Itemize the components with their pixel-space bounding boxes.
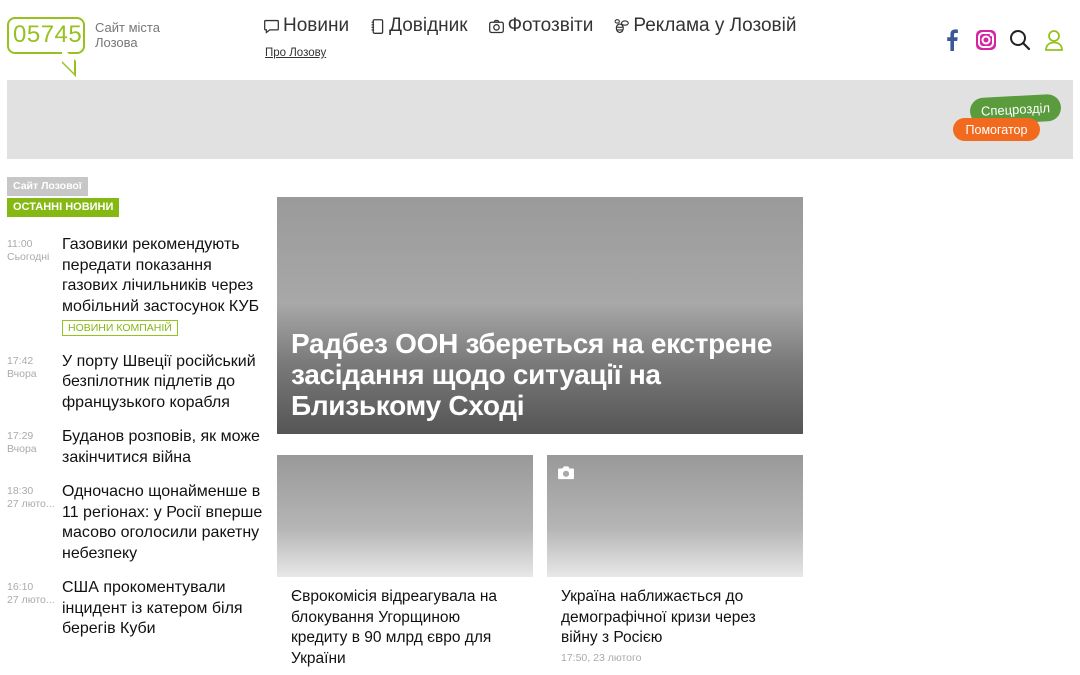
site-tag[interactable]: Сайт Лозової bbox=[7, 177, 88, 196]
article-date: 17:50, 23 лютого bbox=[561, 651, 642, 664]
news-time-day: 27 люто... bbox=[7, 594, 55, 606]
news-time-hour: 17:42 bbox=[7, 354, 34, 367]
bee-icon bbox=[614, 18, 630, 33]
list-item[interactable]: 11:00 Сьогодні Газовики рекомендують пер… bbox=[7, 235, 265, 338]
news-title-text[interactable]: Газовики рекомендують передати показання… bbox=[62, 235, 265, 317]
header-icons bbox=[941, 29, 1065, 51]
article-card[interactable]: Єврокомісія відреагувала на блокування У… bbox=[277, 455, 533, 669]
news-time: 18:30 27 люто... bbox=[7, 482, 62, 564]
article-image[interactable] bbox=[547, 455, 803, 577]
news-time-day: Сьогодні bbox=[7, 251, 50, 263]
news-time-hour: 11:00 bbox=[7, 238, 33, 250]
facebook-icon[interactable] bbox=[941, 29, 963, 51]
list-item[interactable]: 17:42 Вчора У порту Швеції російський бе… bbox=[7, 352, 265, 414]
article-card[interactable]: Україна наближається до демографічної кр… bbox=[547, 455, 803, 664]
nav-label-news: Новини bbox=[283, 15, 350, 36]
nav-item-photos[interactable]: Фотозвіти bbox=[488, 15, 594, 37]
nav-label-ads: Реклама у Лозовій bbox=[633, 15, 797, 36]
latest-news-tag[interactable]: Останні новини bbox=[7, 198, 120, 217]
company-news-badge[interactable]: Новини компаній bbox=[62, 320, 178, 336]
camera-icon bbox=[488, 19, 504, 33]
helper-button[interactable]: Помогатор bbox=[953, 118, 1040, 141]
news-title[interactable]: Газовики рекомендують передати показання… bbox=[62, 235, 265, 338]
nav-item-directory[interactable]: Довідник bbox=[369, 15, 468, 37]
news-time-day: Вчора bbox=[7, 443, 37, 455]
about-city-link[interactable]: Про Лозову bbox=[265, 47, 326, 59]
main-nav: Новини Довідник Фотозвіти Реклама у Лозо… bbox=[263, 15, 796, 37]
notebook-icon bbox=[371, 18, 384, 34]
user-icon[interactable] bbox=[1043, 29, 1065, 51]
nav-label-directory: Довідник bbox=[389, 15, 468, 36]
hero-title[interactable]: Радбез ООН збереться на екстрене засідан… bbox=[291, 328, 796, 421]
nav-item-ads[interactable]: Реклама у Лозовій bbox=[613, 15, 796, 37]
news-feed: 11:00 Сьогодні Газовики рекомендують пер… bbox=[7, 235, 265, 654]
news-title[interactable]: У порту Швеції російський безпілотник пі… bbox=[62, 352, 265, 414]
nav-label-photos: Фотозвіти bbox=[507, 15, 594, 36]
hero-article[interactable]: Радбез ООН збереться на екстрене засідан… bbox=[277, 197, 803, 434]
news-time-day: 27 люто... bbox=[7, 498, 55, 510]
news-time: 11:00 Сьогодні bbox=[7, 235, 62, 338]
chat-bubble-icon bbox=[264, 19, 279, 34]
list-item[interactable]: 17:29 Вчора Буданов розповів, як може за… bbox=[7, 427, 265, 468]
news-time-day: Вчора bbox=[7, 367, 37, 380]
article-image[interactable] bbox=[277, 455, 533, 577]
news-title[interactable]: Одночасно щонайменше в 11 регіонах: у Ро… bbox=[62, 482, 265, 564]
news-time: 17:42 Вчора bbox=[7, 352, 62, 414]
article-title[interactable]: Єврокомісія відреагувала на блокування У… bbox=[277, 577, 533, 669]
ad-banner[interactable] bbox=[7, 80, 1073, 159]
news-time-hour: 18:30 bbox=[7, 485, 34, 497]
logo-tagline: Сайт міста Лозова bbox=[95, 20, 160, 50]
list-item[interactable]: 18:30 27 люто... Одночасно щонайменше в … bbox=[7, 482, 265, 564]
list-item[interactable]: 16:10 27 люто... США прокоментували інци… bbox=[7, 578, 265, 640]
article-title[interactable]: Україна наближається до демографічної кр… bbox=[547, 577, 803, 649]
logo-number: 05745 bbox=[13, 21, 83, 48]
search-icon[interactable] bbox=[1009, 29, 1031, 51]
news-time-hour: 16:10 bbox=[7, 581, 34, 593]
news-title[interactable]: США прокоментували інцидент із катером б… bbox=[62, 578, 265, 640]
news-time-hour: 17:29 bbox=[7, 430, 34, 442]
camera-icon bbox=[558, 466, 574, 480]
instagram-icon[interactable] bbox=[975, 29, 997, 51]
news-time: 16:10 27 люто... bbox=[7, 578, 62, 640]
nav-item-news[interactable]: Новини bbox=[263, 15, 349, 37]
news-title[interactable]: Буданов розповів, як може закінчитися ві… bbox=[62, 427, 265, 468]
news-time: 17:29 Вчора bbox=[7, 427, 62, 468]
